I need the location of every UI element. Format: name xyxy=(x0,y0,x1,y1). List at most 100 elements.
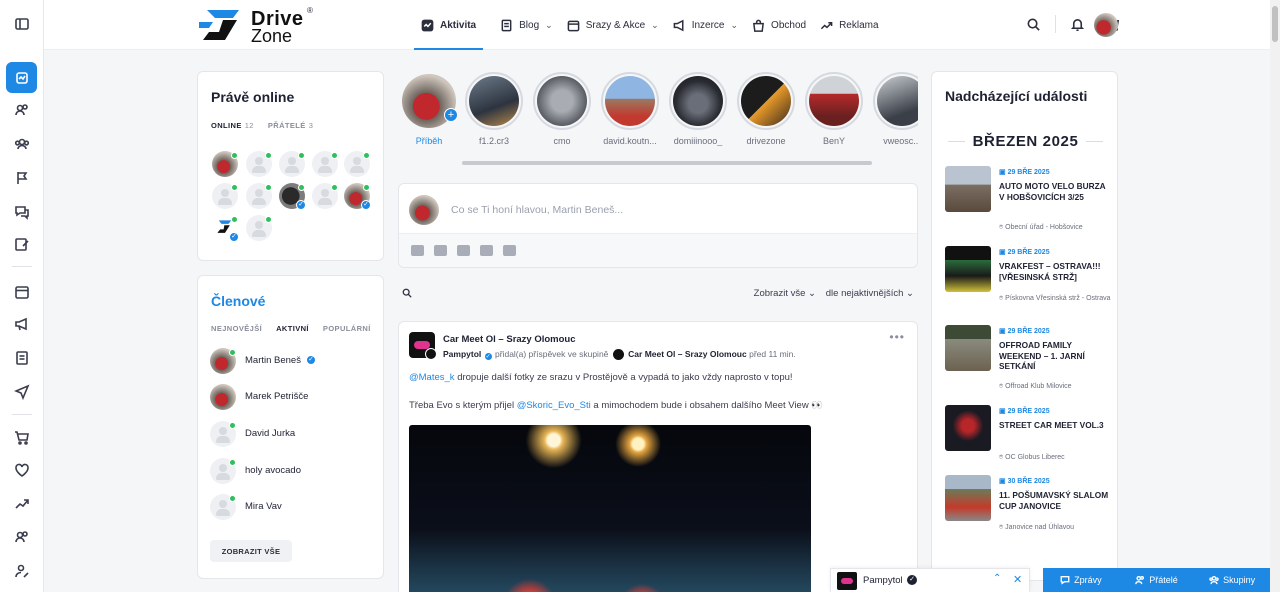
online-avatar[interactable] xyxy=(344,151,370,177)
event-date: 29 BŘE 2025 xyxy=(999,248,1050,256)
online-avatar[interactable] xyxy=(246,183,272,209)
tab-popular[interactable]: POPULÁRNÍ xyxy=(323,324,371,333)
drivezone-logo[interactable]: Drive Zone ® xyxy=(199,6,319,46)
mention-link[interactable]: @Mates_k xyxy=(409,372,455,383)
story-item[interactable]: domiiinooo_ xyxy=(669,72,727,146)
verified-icon: ✓ xyxy=(306,355,316,365)
tab-active[interactable]: AKTIVNÍ xyxy=(276,324,309,333)
online-avatar[interactable] xyxy=(212,151,238,177)
composer-input[interactable]: Co se Ti honí hlavou, Martin Beneš... xyxy=(451,204,623,216)
story-item[interactable]: f1.2.cr3 xyxy=(465,72,523,146)
rail-edit-icon[interactable] xyxy=(12,234,32,254)
rail-activity-icon[interactable] xyxy=(6,62,37,93)
rail-forum-icon[interactable] xyxy=(12,202,32,222)
nav-inzerce[interactable]: Inzerce ⌄ xyxy=(666,0,745,50)
poll-icon[interactable] xyxy=(503,245,516,256)
search-icon[interactable] xyxy=(402,288,412,298)
rail-document-icon[interactable] xyxy=(12,348,32,368)
avatar xyxy=(409,195,439,225)
cloud-upload-icon[interactable] xyxy=(457,245,470,256)
shopping-bag-icon xyxy=(753,19,765,32)
rail-trending-icon[interactable] xyxy=(12,494,32,514)
member-item[interactable]: Marek Petrišče xyxy=(210,382,370,412)
mention-link[interactable]: @Skoric_Evo_Sti xyxy=(517,400,591,411)
event-item[interactable]: 29 BŘE 2025 OFFROAD FAMILY WEEKEND – 1. … xyxy=(945,325,1115,395)
member-item[interactable]: David Jurka xyxy=(210,419,370,449)
story-label: f1.2.cr3 xyxy=(478,136,509,146)
stories-scrollbar[interactable] xyxy=(462,161,872,165)
chevron-up-icon[interactable]: ⌃ xyxy=(993,573,1001,584)
filter-show-select[interactable]: Zobrazit vše ⌄ xyxy=(754,288,816,299)
post-group-link[interactable]: Car Meet Ol – Srazy Olomouc xyxy=(628,349,747,359)
rail-cart-icon[interactable] xyxy=(12,428,32,448)
story-item-mine[interactable]: + Příběh xyxy=(400,72,458,146)
more-options-icon[interactable]: ••• xyxy=(889,330,905,344)
nav-obchod[interactable]: Obchod xyxy=(745,0,813,50)
rail-users-icon[interactable] xyxy=(12,527,32,547)
rail-megaphone-icon[interactable] xyxy=(12,314,32,334)
add-story-icon[interactable]: + xyxy=(444,108,458,122)
story-item[interactable]: BenY xyxy=(805,72,863,146)
member-item[interactable]: holy avocado xyxy=(210,456,370,486)
online-avatar[interactable]: ✓ xyxy=(212,215,239,242)
chat-window-collapsed[interactable]: Pampytol ✓ ⌃ ✕ xyxy=(830,568,1030,592)
member-item[interactable]: Mira Vav xyxy=(210,492,370,522)
filter-sort-select[interactable]: dle nejaktivnějších ⌄ xyxy=(826,288,914,299)
rail-user-edit-icon[interactable] xyxy=(12,561,32,581)
online-avatar[interactable]: ✓ xyxy=(344,183,371,210)
megaphone-icon xyxy=(673,19,684,31)
online-avatar[interactable] xyxy=(312,183,338,209)
verified-icon: ✓ xyxy=(296,200,306,210)
video-icon[interactable] xyxy=(434,245,447,256)
tab-friends[interactable]: PŘÁTELÉ 3 xyxy=(268,121,313,130)
rail-heart-icon[interactable] xyxy=(12,460,32,480)
user-avatar[interactable] xyxy=(1094,13,1118,37)
page-scrollbar[interactable] xyxy=(1270,0,1280,592)
sidebar-toggle-icon[interactable] xyxy=(12,14,32,34)
event-title: 11. POŠUMAVSKÝ SLALOM CUP JANOVICE xyxy=(999,490,1109,511)
story-item[interactable]: vweosc... xyxy=(873,72,918,146)
nav-aktivita[interactable]: Aktivita xyxy=(414,0,484,50)
online-avatar[interactable]: ✓ xyxy=(279,183,306,210)
camera-icon[interactable] xyxy=(411,245,424,256)
avatar[interactable] xyxy=(425,348,437,360)
gif-icon[interactable] xyxy=(480,245,493,256)
show-all-members-button[interactable]: ZOBRAZIT VŠE xyxy=(210,540,292,562)
rail-send-icon[interactable] xyxy=(12,382,32,402)
rail-members-icon[interactable] xyxy=(12,100,32,120)
member-item[interactable]: Martin Beneš ✓ xyxy=(210,346,370,376)
post-group-name[interactable]: Car Meet Ol – Srazy Olomouc xyxy=(443,334,576,345)
online-avatar[interactable] xyxy=(246,151,272,177)
tab-newest[interactable]: NEJNOVĚJŠÍ xyxy=(211,324,262,333)
page-scrollbar-thumb[interactable] xyxy=(1272,6,1278,42)
online-avatar[interactable] xyxy=(312,151,338,177)
online-avatar[interactable] xyxy=(212,183,238,209)
story-item[interactable]: david.koutn... xyxy=(601,72,659,146)
online-avatar[interactable] xyxy=(279,151,305,177)
nav-reklama[interactable]: Reklama xyxy=(813,0,885,50)
nav-srazy-akce[interactable]: Srazy & Akce ⌄ xyxy=(560,0,666,50)
event-item[interactable]: 30 BŘE 2025 11. POŠUMAVSKÝ SLALOM CUP JA… xyxy=(945,475,1115,545)
post-author[interactable]: Pampytol xyxy=(443,349,481,359)
nav-blog[interactable]: Blog ⌄ xyxy=(493,0,560,50)
event-item[interactable]: 29 BŘE 2025 VRAKFEST – OSTRAVA!!! [VŘESI… xyxy=(945,246,1115,316)
story-item[interactable]: drivezone xyxy=(737,72,795,146)
event-item[interactable]: 29 BŘE 2025 STREET CAR MEET VOL.3 ⌾ OC G… xyxy=(945,405,1115,475)
post-photo[interactable] xyxy=(409,425,811,592)
tab-online[interactable]: ONLINE 12 xyxy=(211,121,254,130)
calendar-icon xyxy=(567,20,580,31)
rail-groups-icon[interactable] xyxy=(12,134,32,154)
rail-calendar-icon[interactable] xyxy=(12,282,32,302)
search-icon[interactable] xyxy=(1026,17,1041,32)
event-item[interactable]: 29 BŘE 2025 AUTO MOTO VELO BURZA V HOBŠO… xyxy=(945,166,1115,236)
dock-messages[interactable]: Zprávy xyxy=(1043,568,1119,592)
dock-groups[interactable]: Skupiny xyxy=(1194,568,1270,592)
bell-icon[interactable] xyxy=(1070,17,1085,32)
online-avatar[interactable] xyxy=(246,215,272,241)
close-icon[interactable]: ✕ xyxy=(1013,573,1022,586)
avatar xyxy=(210,421,236,447)
member-name: holy avocado xyxy=(245,465,301,476)
rail-flag-icon[interactable] xyxy=(12,168,32,188)
story-item[interactable]: cmo xyxy=(533,72,591,146)
dock-friends[interactable]: Přátelé xyxy=(1119,568,1195,592)
